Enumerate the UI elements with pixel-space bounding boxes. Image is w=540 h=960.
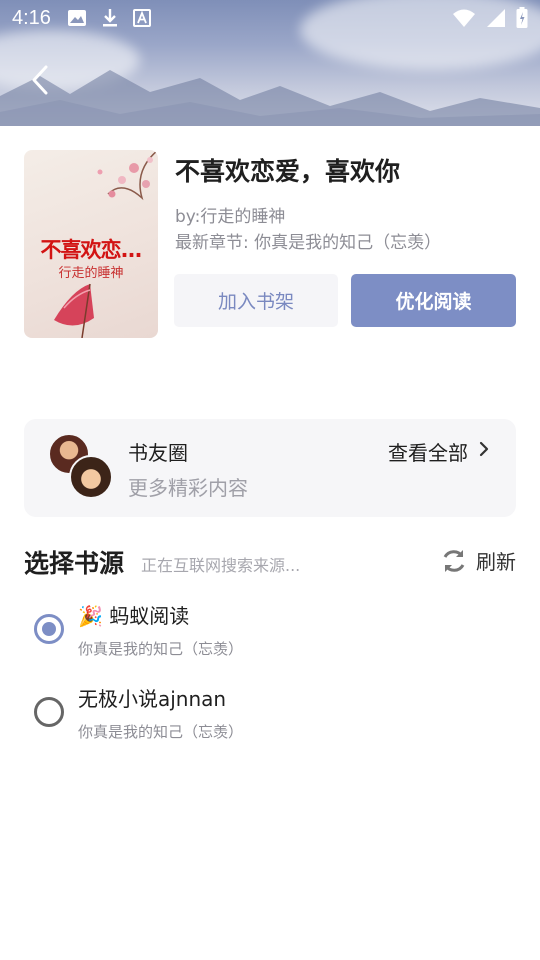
download-icon (102, 9, 117, 27)
signal-icon (487, 9, 505, 27)
book-detail-sheet: 不喜欢恋... 行走的睡神 不喜欢恋爱，喜欢你 by:行走的睡神 最新章节: 你… (0, 126, 540, 960)
chevron-left-icon (32, 65, 48, 95)
optimize-reading-button[interactable]: 优化阅读 (351, 274, 516, 327)
source-item[interactable]: 无极小说ajnnan 你真是我的知己（忘羡） (0, 673, 540, 753)
back-button[interactable] (22, 62, 58, 98)
source-radio-selected[interactable] (34, 614, 64, 644)
source-search-status: 正在互联网搜索来源... (141, 556, 301, 575)
refresh-icon (443, 549, 465, 572)
mountain-decoration (0, 70, 540, 126)
add-to-shelf-button[interactable]: 加入书架 (174, 274, 338, 327)
reader-circle-title: 书友圈 (128, 441, 188, 465)
wifi-icon (453, 9, 475, 27)
refresh-button[interactable]: 刷新 (440, 546, 516, 575)
source-radio[interactable] (34, 697, 64, 727)
cover-author: 行走的睡神 (58, 266, 124, 281)
source-section-title: 选择书源 (24, 549, 125, 578)
refresh-label: 刷新 (476, 550, 516, 574)
avatar (69, 455, 113, 499)
source-chapter: 你真是我的知己（忘羡） (78, 723, 244, 741)
cover-title: 不喜欢恋... (40, 238, 143, 262)
book-author: by:行走的睡神 (175, 207, 286, 227)
status-bar: 4:16 (0, 0, 540, 36)
latest-chapter: 最新章节: 你真是我的知己（忘羡） (175, 233, 442, 253)
status-time: 4:16 (12, 6, 51, 29)
chevron-right-icon (476, 439, 492, 459)
image-icon (67, 10, 86, 26)
source-name: 🎉 蚂蚁阅读 (78, 604, 190, 628)
book-title: 不喜欢恋爱，喜欢你 (175, 157, 401, 186)
source-item[interactable]: 🎉 蚂蚁阅读 你真是我的知己（忘羡） (0, 590, 540, 670)
a-box-icon (132, 9, 151, 27)
reader-circle-card[interactable]: 书友圈 更多精彩内容 查看全部 (24, 419, 516, 517)
view-all-link[interactable]: 查看全部 (388, 437, 468, 466)
book-cover[interactable]: 不喜欢恋... 行走的睡神 (24, 150, 158, 338)
source-name: 无极小说ajnnan (78, 687, 227, 711)
reader-circle-subtitle: 更多精彩内容 (128, 476, 248, 500)
source-chapter: 你真是我的知己（忘羡） (78, 640, 244, 658)
battery-icon (516, 7, 528, 28)
